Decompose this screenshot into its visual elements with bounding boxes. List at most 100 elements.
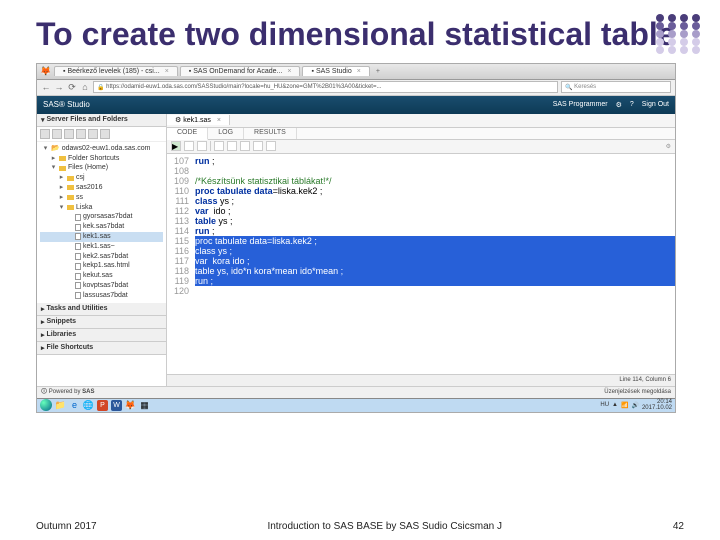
- editor-subtab[interactable]: LOG: [208, 128, 244, 139]
- code-line[interactable]: 113table ys ;: [167, 216, 675, 226]
- tree-item[interactable]: gyorsasas7bdat: [40, 212, 163, 222]
- tree-item[interactable]: ▸ss: [40, 193, 163, 203]
- tree-item[interactable]: kovptsas7bdat: [40, 281, 163, 291]
- sidebar-section[interactable]: ▸Libraries: [37, 329, 166, 342]
- tree-item[interactable]: kek.sas7bdat: [40, 222, 163, 232]
- tree-item[interactable]: ▾Files (Home): [40, 163, 163, 173]
- new-tab-button[interactable]: +: [373, 68, 383, 75]
- tree-item[interactable]: ▾Liska: [40, 203, 163, 213]
- sidebar-section[interactable]: ▸Snippets: [37, 316, 166, 329]
- editor-tabs: ⚙kek1.sas×: [167, 114, 675, 128]
- code-line[interactable]: 112var ido ;: [167, 206, 675, 216]
- slide-footer: Outumn 2017 Introduction to SAS BASE by …: [36, 521, 684, 532]
- tree-item[interactable]: lassusas7bdat: [40, 291, 163, 301]
- code-editor[interactable]: 107run ;108109/*Készítsünk statisztikai …: [167, 154, 675, 374]
- browser-statusbar: 🛈 Powered by SAS Üzenjelzések megoldása: [37, 386, 675, 398]
- word-icon[interactable]: W: [111, 400, 122, 411]
- browser-tab[interactable]: ▪SAS Studio×: [302, 66, 369, 76]
- windows-taskbar: 📁 e 🌐 P W 🦊 ▦ HU ▲ 📶 🔊 20:142017.10.02: [37, 398, 675, 412]
- slide-title: To create two dimensional statistical ta…: [36, 16, 684, 53]
- code-line[interactable]: 109/*Készítsünk statisztikai táblákat!*/: [167, 176, 675, 186]
- sidebar-toolbar: [37, 127, 166, 142]
- chrome-icon[interactable]: 🌐: [83, 400, 94, 411]
- tree-item[interactable]: kekut.sas: [40, 271, 163, 281]
- tree-root[interactable]: ▾📂odaws02-euw1.oda.sas.com: [40, 144, 163, 154]
- tool-icon[interactable]: [76, 129, 86, 139]
- address-bar-row: ← → ⟳ ⌂ 🔒 https://odamid-euw1.oda.sas.co…: [37, 80, 675, 96]
- tree-item[interactable]: kekp1.sas.html: [40, 261, 163, 271]
- code-line[interactable]: 108: [167, 166, 675, 176]
- browser-tab[interactable]: ▪Beérkező levelek (185) - csi...×: [54, 66, 178, 76]
- tree-item[interactable]: kek1.sas~: [40, 242, 163, 252]
- tool-icon[interactable]: [266, 141, 276, 151]
- tree-item[interactable]: ▸Folder Shortcuts: [40, 154, 163, 164]
- slide-decoration-dots: [656, 14, 700, 54]
- code-line[interactable]: 120: [167, 286, 675, 296]
- tool-icon[interactable]: [100, 129, 110, 139]
- code-line[interactable]: 114run ;: [167, 226, 675, 236]
- tool-icon[interactable]: [227, 141, 237, 151]
- tool-icon[interactable]: [64, 129, 74, 139]
- sas-studio-header: SAS® Studio SAS Programmer⚙?Sign Out: [37, 96, 675, 114]
- appbar-item[interactable]: Sign Out: [642, 101, 669, 108]
- search-box[interactable]: 🔍 Keresés: [561, 81, 671, 93]
- start-button[interactable]: [40, 399, 52, 411]
- back-button[interactable]: ←: [41, 82, 51, 92]
- network-icon[interactable]: 📶: [621, 402, 628, 409]
- code-line[interactable]: 111class ys ;: [167, 196, 675, 206]
- code-line[interactable]: 117var kora ido ;: [167, 256, 675, 266]
- firefox-icon: 🦊: [41, 66, 51, 76]
- editor-panel: ⚙kek1.sas× CODELOGRESULTS ▶ ⚙ 107run ;: [167, 114, 675, 386]
- cursor-position: Line 114, Column 6: [619, 377, 671, 383]
- tool-icon[interactable]: [88, 129, 98, 139]
- lang-indicator[interactable]: HU: [600, 402, 609, 408]
- sidebar-header[interactable]: ▾Server Files and Folders: [37, 114, 166, 127]
- browser-tab[interactable]: ▪SAS OnDemand for Acade...×: [180, 66, 301, 76]
- editor-tab[interactable]: ⚙kek1.sas×: [167, 115, 230, 125]
- ppt-icon[interactable]: P: [97, 400, 108, 411]
- run-button[interactable]: ▶: [171, 141, 181, 151]
- code-line[interactable]: 116class ys ;: [167, 246, 675, 256]
- code-line[interactable]: 107run ;: [167, 156, 675, 166]
- tool-icon[interactable]: [197, 141, 207, 151]
- code-line[interactable]: 115proc tabulate data=liska.kek2 ;: [167, 236, 675, 246]
- tree-item[interactable]: ▸sas2016: [40, 183, 163, 193]
- home-button[interactable]: ⌂: [80, 82, 90, 92]
- appbar-item[interactable]: ⚙: [616, 101, 622, 109]
- sidebar: ▾Server Files and Folders ▾📂odaws02-euw1…: [37, 114, 167, 386]
- code-line[interactable]: 118table ys, ido*n kora*mean ido*mean ;: [167, 266, 675, 276]
- editor-statusbar: Line 114, Column 6: [167, 374, 675, 386]
- ie-icon[interactable]: e: [69, 400, 80, 411]
- tool-icon[interactable]: [214, 141, 224, 151]
- app-icon[interactable]: ▦: [139, 400, 150, 411]
- footer-left: Outumn 2017: [36, 521, 97, 532]
- sidebar-section[interactable]: ▸Tasks and Utilities: [37, 303, 166, 316]
- volume-icon[interactable]: 🔊: [631, 402, 638, 409]
- tool-icon[interactable]: [240, 141, 250, 151]
- editor-options[interactable]: ⚙: [666, 143, 671, 150]
- appbar-item[interactable]: SAS Programmer: [553, 101, 608, 108]
- tool-icon[interactable]: [40, 129, 50, 139]
- reload-button[interactable]: ⟳: [67, 82, 77, 92]
- footer-right: 42: [673, 521, 684, 532]
- code-line[interactable]: 119run ;: [167, 276, 675, 286]
- tree-item[interactable]: kek1.sas: [40, 232, 163, 242]
- tool-icon[interactable]: [184, 141, 194, 151]
- editor-subtab[interactable]: RESULTS: [244, 128, 297, 139]
- tool-icon[interactable]: [52, 129, 62, 139]
- editor-subtabs: CODELOGRESULTS: [167, 128, 675, 140]
- sidebar-section[interactable]: ▸File Shortcuts: [37, 342, 166, 355]
- editor-subtab[interactable]: CODE: [167, 128, 208, 140]
- clock[interactable]: 20:142017.10.02: [642, 399, 672, 411]
- appbar-item[interactable]: ?: [630, 101, 634, 108]
- forward-button[interactable]: →: [54, 82, 64, 92]
- address-bar[interactable]: 🔒 https://odamid-euw1.oda.sas.com/SASStu…: [93, 81, 558, 93]
- tray-icon[interactable]: ▲: [612, 402, 618, 408]
- tree-item[interactable]: kek2.sas7bdat: [40, 252, 163, 262]
- tool-icon[interactable]: [253, 141, 263, 151]
- footer-mid: Introduction to SAS BASE by SAS Sudio Cs…: [97, 521, 673, 532]
- code-line[interactable]: 110proc tabulate data=liska.kek2 ;: [167, 186, 675, 196]
- firefox-icon[interactable]: 🦊: [125, 400, 136, 411]
- tree-item[interactable]: ▸csj: [40, 173, 163, 183]
- explorer-icon[interactable]: 📁: [55, 400, 66, 411]
